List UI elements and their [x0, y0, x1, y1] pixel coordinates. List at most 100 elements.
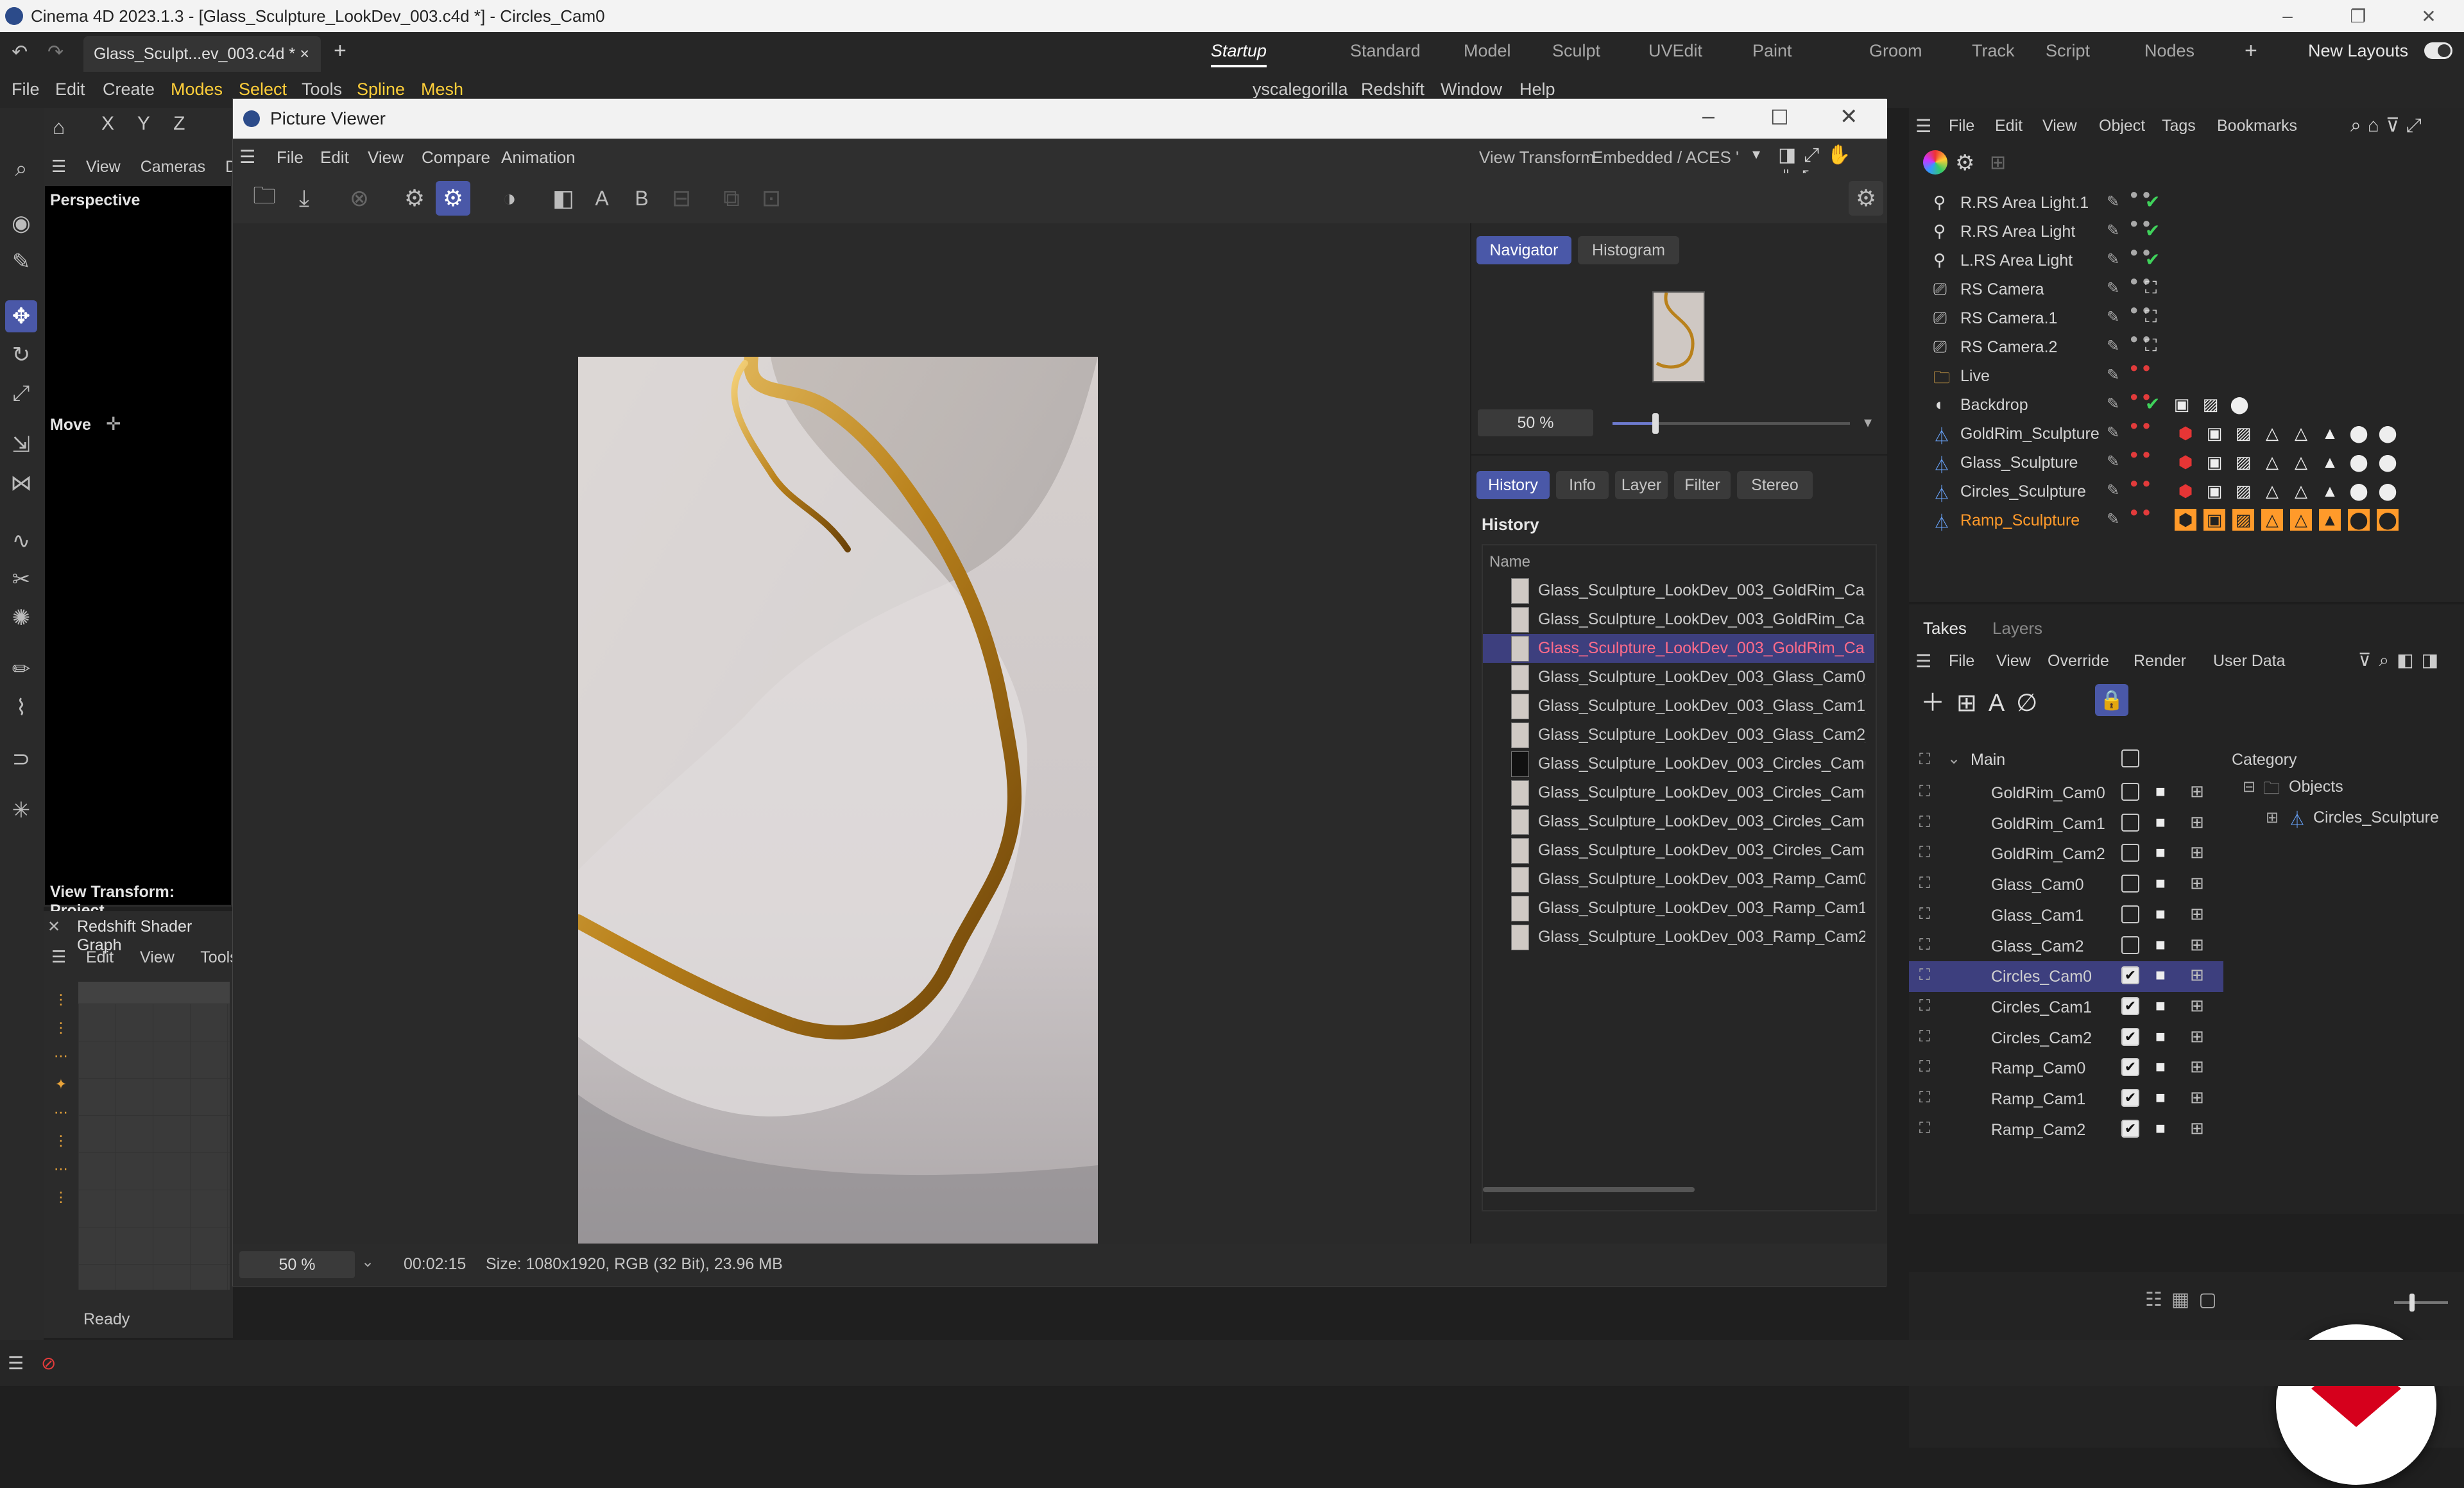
material-tag-icon[interactable]: ▲ [2319, 451, 2341, 473]
edit-icon[interactable]: ✎ [2107, 481, 2119, 500]
history-hscrollbar[interactable] [1483, 1187, 1695, 1192]
object-row[interactable]: ⎚ RS Camera.2 ✎ ● ● ⛶ [1909, 332, 2464, 362]
take-row[interactable]: ⛶ Glass_Cam1 ■ ⊞ [1909, 900, 2223, 931]
material-tag-icon[interactable]: △ [2290, 509, 2312, 531]
edit-icon[interactable]: ✎ [2107, 250, 2119, 269]
takes-view-mode-icons[interactable]: ☷▦▢ [2145, 1288, 2226, 1311]
take-row[interactable]: ⛶ Ramp_Cam2 ✔ ■ ⊞ [1909, 1115, 2223, 1145]
menu-select[interactable]: Select [239, 80, 287, 99]
shader-menu-view[interactable]: View [140, 948, 175, 966]
view-transform-chevron-icon[interactable]: ▾ [1752, 145, 1760, 164]
compare-a-icon[interactable]: A [585, 181, 619, 216]
material-tag-icon[interactable]: ▨ [2232, 509, 2254, 531]
take-checkbox[interactable] [2121, 875, 2139, 893]
magnet-tool-icon[interactable]: ⊃ [5, 743, 37, 775]
add-layout-icon[interactable]: + [2245, 38, 2257, 64]
minimize-icon[interactable]: – [2252, 0, 2323, 32]
material-tag-icon[interactable]: ⬤ [2348, 509, 2370, 531]
material-tag-icon[interactable]: ▨ [2232, 480, 2254, 502]
edit-icon[interactable]: ✎ [2107, 308, 2119, 327]
select-tool-icon[interactable]: ◉ [5, 207, 37, 239]
compare-b-icon[interactable]: B [624, 181, 659, 216]
picture-viewer-canvas[interactable] [233, 223, 1470, 1279]
layout-tab-paint[interactable]: Paint [1752, 41, 1792, 61]
camera-icon[interactable]: ■ [2155, 935, 2166, 955]
tab-history[interactable]: History [1476, 471, 1550, 499]
brush-tool-icon[interactable]: ✏ [5, 653, 37, 685]
tab-takes[interactable]: Takes [1923, 619, 1967, 638]
shader-graph-hamburger-icon[interactable]: ☰ [51, 947, 66, 967]
material-tag-icon[interactable]: ▨ [2232, 451, 2254, 473]
tab-layer[interactable]: Layer [1615, 471, 1668, 499]
camera-icon[interactable]: ■ [2155, 782, 2166, 801]
render-settings-icon[interactable]: ⊞ [2190, 1088, 2204, 1107]
takes-menu-override[interactable]: Override [2048, 652, 2109, 671]
material-tag-icon[interactable]: ▣ [2203, 422, 2225, 444]
material-tag-icon[interactable]: ⬤ [2348, 451, 2370, 473]
check-enabled-icon[interactable]: ✔ [2145, 191, 2160, 212]
object-row[interactable]: ⏃ Circles_Sculpture ✎ ● ● ⬢ ▣ ▨ △ △ ▲ ⬤ ⬤ [1909, 476, 2464, 506]
edit-icon[interactable]: ✎ [2107, 366, 2119, 384]
search-icon[interactable]: ⌕ [5, 153, 37, 185]
material-tag-icon[interactable]: ⬤ [2348, 422, 2370, 444]
material-tag-icon[interactable]: △ [2261, 509, 2283, 531]
material-tag-icon[interactable]: ⬤ [2377, 451, 2399, 473]
camera-target-icon[interactable]: ⛶ [2145, 278, 2157, 298]
object-row[interactable]: ⏃ GoldRim_Sculpture ✎ ● ● ⬢ ▣ ▨ △ △ ▲ ⬤ ⬤ [1909, 418, 2464, 449]
edit-icon[interactable]: ✎ [2107, 337, 2119, 355]
new-layouts-label[interactable]: New Layouts [2308, 41, 2408, 61]
history-row[interactable]: Glass_Sculpture_LookDev_003_Circles_Cam1… [1483, 807, 1874, 836]
shader-graph-close-icon[interactable]: ✕ [47, 918, 60, 936]
navigator-thumbnail[interactable] [1652, 291, 1705, 382]
material-tag-icon[interactable]: ▨ [2200, 393, 2221, 415]
view-transform-select[interactable]: Embedded / ACES ' [1592, 148, 1739, 167]
object-row[interactable]: ⎚ RS Camera.1 ✎ ● ● ⛶ [1909, 303, 2464, 333]
object-row[interactable]: ⚲ L.RS Area Light ✎ ● ● ✔ [1909, 245, 2464, 275]
layout-tab-standard[interactable]: Standard [1350, 41, 1421, 61]
takes-menu-view[interactable]: View [1996, 652, 2031, 671]
camera-icon[interactable]: ■ [2155, 812, 2166, 832]
object-row[interactable]: ⚲ R.RS Area Light ✎ ● ● ✔ [1909, 216, 2464, 246]
shader-menu-edit[interactable]: Edit [86, 948, 114, 966]
material-tag-icon[interactable]: ▲ [2319, 480, 2341, 502]
menu-create[interactable]: Create [103, 80, 155, 99]
spline-pen-icon[interactable]: ∿ [5, 525, 37, 557]
camera-icon[interactable]: ■ [2155, 996, 2166, 1016]
navigator-zoom-field[interactable]: 50 % [1478, 409, 1593, 436]
tab-stereo[interactable]: Stereo [1737, 471, 1813, 499]
visibility-dots-icon[interactable]: ● ● [2130, 447, 2151, 461]
take-row[interactable]: ⛶ Ramp_Cam1 ✔ ■ ⊞ [1909, 1084, 2223, 1115]
material-tag-icon[interactable]: ▲ [2319, 509, 2341, 531]
take-row[interactable]: ⛶ Circles_Cam1 ✔ ■ ⊞ [1909, 992, 2223, 1023]
take-main-checkbox[interactable] [2121, 749, 2139, 767]
history-row[interactable]: Glass_Sculpture_LookDev_003_Ramp_Cam0_00 [1483, 865, 1874, 894]
menu-right-0[interactable]: yscalegorilla [1253, 80, 1348, 99]
pv-menu-file[interactable]: File [277, 148, 304, 167]
save-image-icon[interactable]: ⤓ [287, 181, 321, 216]
object-row[interactable]: ⎚ RS Camera ✎ ● ● ⛶ [1909, 274, 2464, 304]
scale-tool-icon[interactable]: ⤢ [5, 377, 37, 409]
pv-settings-icon[interactable]: ⚙ [1849, 181, 1883, 216]
material-tag-icon[interactable]: ⬤ [2229, 393, 2250, 415]
om-menu-object[interactable]: Object [2099, 117, 2145, 135]
menu-file[interactable]: File [12, 80, 40, 99]
camera-icon[interactable]: ■ [2155, 1027, 2166, 1047]
take-main-chevron-icon[interactable]: ⌄ [1947, 749, 1960, 768]
material-tag-icon[interactable]: ⬢ [2175, 451, 2196, 473]
material-tag-icon[interactable]: ▨ [2232, 422, 2254, 444]
take-row[interactable]: ⛶ GoldRim_Cam0 ■ ⊞ [1909, 778, 2223, 808]
pv-menu-animation[interactable]: Animation [501, 148, 576, 167]
edit-icon[interactable]: ✎ [2107, 395, 2119, 413]
paint-tool-icon[interactable]: ✺ [5, 602, 37, 634]
takes-hamburger-icon[interactable]: ☰ [1915, 651, 1931, 672]
history-row[interactable]: Glass_Sculpture_LookDev_003_Ramp_Cam1_00 [1483, 894, 1874, 923]
shader-graph-canvas[interactable] [78, 982, 230, 1290]
takes-menu-render[interactable]: Render [2134, 652, 2186, 671]
viewport-home-icon[interactable]: ⌂ [53, 115, 65, 139]
undo-icon[interactable]: ↶ [12, 41, 28, 64]
take-checkbox[interactable] [2121, 813, 2139, 832]
om-hamburger-icon[interactable]: ☰ [1915, 115, 1931, 137]
render-settings-icon[interactable]: ⊞ [2190, 842, 2204, 862]
stop-render-icon[interactable]: ⊗ [342, 181, 377, 216]
check-enabled-icon[interactable]: ✔ [2145, 393, 2160, 415]
